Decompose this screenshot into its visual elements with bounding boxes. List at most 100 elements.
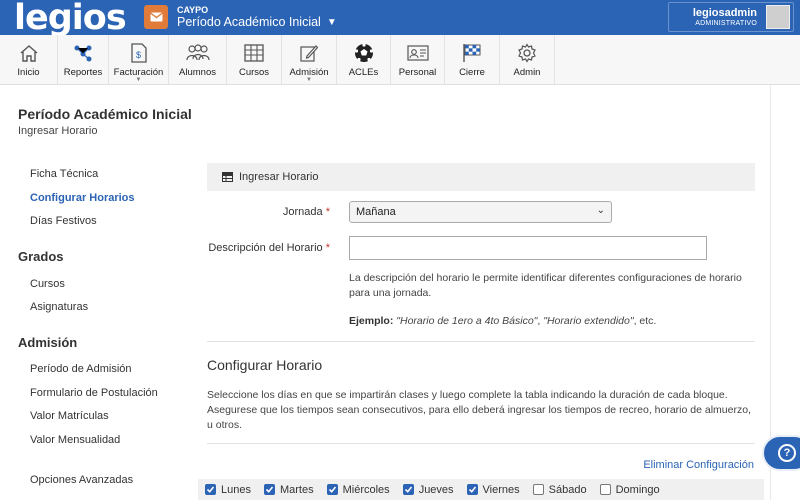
descripcion-label: Descripción del Horario * bbox=[180, 242, 330, 254]
required-mark: * bbox=[325, 206, 330, 218]
nav-label: ACLEs bbox=[348, 67, 379, 78]
nav-personal[interactable]: Personal bbox=[391, 35, 445, 85]
day-label: Lunes bbox=[221, 483, 251, 496]
jornada-label-text: Jornada bbox=[282, 206, 323, 218]
checkbox-checked-icon[interactable] bbox=[263, 484, 275, 495]
svg-text:$: $ bbox=[136, 50, 141, 60]
envelope-icon bbox=[149, 12, 163, 22]
example-a: "Horario de 1ero a 4to Básico" bbox=[396, 315, 538, 327]
main-nav: Inicio Reportes $ Facturación ▼ Alumnos … bbox=[0, 35, 800, 85]
home-icon bbox=[20, 45, 37, 62]
sidebar-item-dias-festivos[interactable]: Días Festivos bbox=[30, 215, 97, 227]
jornada-select-value: Mañana bbox=[356, 206, 396, 218]
gear-icon bbox=[518, 43, 536, 63]
sidebar-item-configurar-horarios[interactable]: Configurar Horarios bbox=[30, 192, 135, 204]
sidebar-item-periodo-admision[interactable]: Período de Admisión bbox=[30, 363, 132, 375]
sidebar-item-asignaturas[interactable]: Asignaturas bbox=[30, 301, 88, 313]
day-checkbox-viernes[interactable]: Viernes bbox=[466, 483, 520, 496]
page-title: Período Académico Inicial bbox=[18, 106, 192, 122]
nav-acles[interactable]: ACLEs bbox=[337, 35, 391, 85]
nav-admision[interactable]: Admisión ▼ bbox=[282, 35, 337, 85]
sidebar-heading-grados: Grados bbox=[18, 249, 64, 264]
day-checkbox-miercoles[interactable]: Miércoles bbox=[326, 483, 390, 496]
required-mark: * bbox=[325, 242, 330, 254]
checkbox-checked-icon[interactable] bbox=[205, 484, 216, 495]
dropdown-indicator-icon: ▼ bbox=[135, 77, 142, 83]
nav-cierre[interactable]: Cierre bbox=[445, 35, 500, 85]
pencil-icon bbox=[300, 45, 318, 62]
nav-label: Admin bbox=[513, 67, 541, 78]
day-checkbox-lunes[interactable]: Lunes bbox=[205, 484, 251, 496]
sidebar-item-cursos[interactable]: Cursos bbox=[30, 278, 65, 290]
day-label: Viernes bbox=[482, 483, 520, 496]
sidebar-item-opciones-avanzadas[interactable]: Opciones Avanzadas bbox=[30, 474, 133, 486]
sidebar-heading-admision: Admisión bbox=[18, 335, 78, 350]
sidebar-item-valor-mensualidad[interactable]: Valor Mensualidad bbox=[30, 434, 120, 446]
nav-inicio[interactable]: Inicio bbox=[0, 35, 58, 85]
nav-label: Alumnos bbox=[179, 67, 216, 78]
period-selector[interactable]: Período Académico Inicial ▼ bbox=[177, 15, 337, 29]
nav-label: Inicio bbox=[17, 67, 40, 78]
day-label: Sábado bbox=[548, 483, 587, 496]
checkbox-unchecked-icon[interactable] bbox=[532, 484, 544, 495]
day-checkbox-sabado[interactable]: Sábado bbox=[532, 483, 587, 496]
checkbox-checked-icon[interactable] bbox=[466, 484, 478, 495]
chevron-down-icon: ⌄ bbox=[596, 205, 605, 216]
id-card-icon bbox=[406, 45, 429, 61]
config-description: Seleccione los días en que se impartirán… bbox=[207, 389, 751, 431]
sidebar-item-ficha-tecnica[interactable]: Ficha Técnica bbox=[30, 168, 98, 180]
sidebar-item-valor-matriculas[interactable]: Valor Matrículas bbox=[30, 410, 109, 422]
form-header: Ingresar Horario bbox=[207, 163, 755, 191]
chevron-down-icon: ▼ bbox=[326, 16, 337, 28]
nav-label: Reportes bbox=[63, 67, 103, 78]
jornada-select[interactable]: Mañana ⌄ bbox=[349, 201, 612, 223]
divider bbox=[207, 443, 755, 444]
form-header-title: Ingresar Horario bbox=[239, 171, 319, 183]
org-code: CAYPO bbox=[177, 5, 209, 15]
help-button[interactable]: ? bbox=[762, 435, 800, 471]
nav-facturacion[interactable]: $ Facturación ▼ bbox=[109, 35, 169, 85]
mail-button[interactable] bbox=[144, 5, 168, 29]
period-label: Período Académico Inicial bbox=[177, 15, 321, 29]
config-section-title: Configurar Horario bbox=[207, 357, 323, 373]
nav-reportes[interactable]: Reportes bbox=[58, 35, 109, 85]
top-bar: legios CAYPO Período Académico Inicial ▼… bbox=[0, 0, 800, 36]
network-icon bbox=[74, 45, 92, 62]
descripcion-help-text: La descripción del horario le permite id… bbox=[349, 272, 742, 299]
day-label: Miércoles bbox=[342, 483, 390, 496]
nav-label: Personal bbox=[398, 67, 437, 78]
days-selector: Lunes Martes Miércoles Jueves Viernes Sá… bbox=[198, 479, 764, 500]
user-menu[interactable]: legiosadmin ADMINISTRATIVO bbox=[668, 2, 794, 32]
descripcion-input[interactable] bbox=[349, 236, 707, 260]
checkbox-checked-icon[interactable] bbox=[402, 484, 414, 495]
day-checkbox-martes[interactable]: Martes bbox=[263, 483, 314, 496]
nav-alumnos[interactable]: Alumnos bbox=[169, 35, 227, 85]
example-label: Ejemplo: bbox=[349, 315, 394, 327]
descripcion-label-text: Descripción del Horario bbox=[208, 242, 323, 254]
page-subtitle: Ingresar Horario bbox=[18, 125, 98, 137]
invoice-icon: $ bbox=[130, 43, 147, 63]
day-checkbox-domingo[interactable]: Domingo bbox=[599, 484, 660, 496]
nav-label: Cursos bbox=[238, 67, 270, 78]
checkered-flag-icon bbox=[463, 44, 481, 62]
day-label: Jueves bbox=[418, 483, 454, 496]
day-checkbox-jueves[interactable]: Jueves bbox=[402, 483, 454, 496]
logo[interactable]: legios bbox=[14, 0, 127, 36]
checkbox-checked-icon[interactable] bbox=[326, 484, 338, 495]
nav-label: Cierre bbox=[459, 67, 485, 78]
jornada-label: Jornada * bbox=[200, 206, 330, 218]
grid-icon bbox=[244, 44, 264, 62]
sidebar-item-formulario-postulacion[interactable]: Formulario de Postulación bbox=[30, 387, 158, 399]
nav-admin[interactable]: Admin bbox=[500, 35, 555, 85]
question-icon: ? bbox=[778, 444, 796, 462]
students-icon bbox=[185, 44, 210, 61]
day-label: Martes bbox=[279, 483, 314, 496]
checkbox-unchecked-icon[interactable] bbox=[599, 484, 611, 495]
delete-config-link[interactable]: Eliminar Configuración bbox=[643, 459, 754, 471]
nav-cursos[interactable]: Cursos bbox=[227, 35, 282, 85]
user-role: ADMINISTRATIVO bbox=[695, 20, 757, 27]
avatar bbox=[766, 5, 790, 29]
example-tail: , etc. bbox=[633, 315, 657, 327]
user-name: legiosadmin bbox=[692, 7, 757, 19]
dropdown-indicator-icon: ▼ bbox=[306, 77, 312, 83]
